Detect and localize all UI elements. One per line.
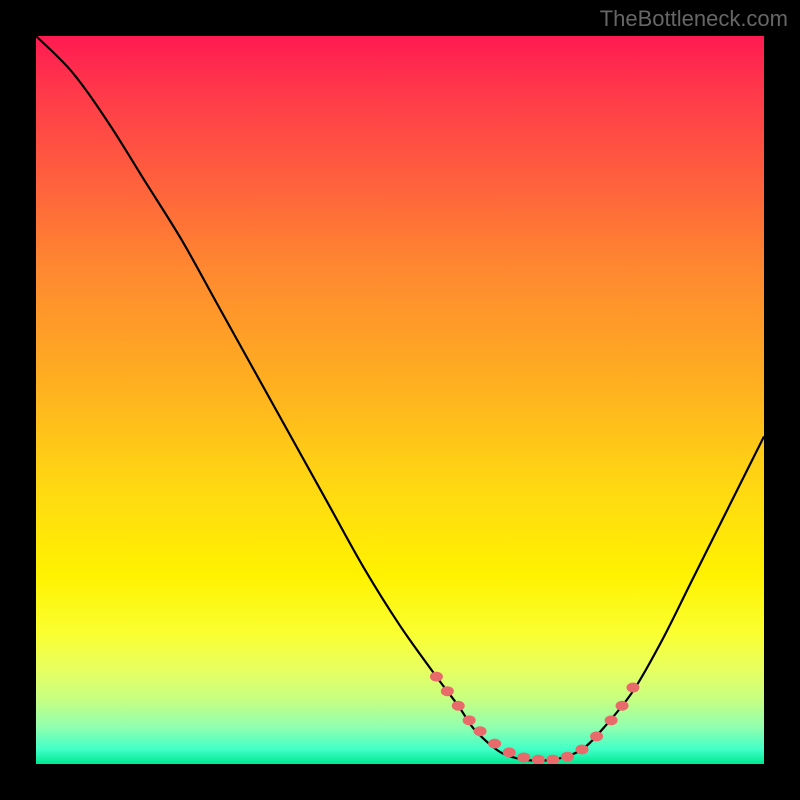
marker-dot	[605, 715, 618, 725]
marker-dot	[616, 701, 629, 711]
marker-dot	[503, 747, 516, 757]
marker-dot	[546, 755, 559, 764]
marker-dot	[561, 752, 574, 762]
highlight-markers	[430, 672, 640, 764]
plot-area	[36, 36, 764, 764]
marker-dot	[626, 683, 639, 693]
chart-container: TheBottleneck.com	[0, 0, 800, 800]
marker-dot	[488, 739, 501, 749]
curve-layer	[36, 36, 764, 764]
marker-dot	[430, 672, 443, 682]
marker-dot	[463, 715, 476, 725]
marker-dot	[532, 755, 545, 764]
marker-dot	[441, 686, 454, 696]
bottleneck-curve	[36, 36, 764, 761]
marker-dot	[517, 752, 530, 762]
marker-dot	[576, 744, 589, 754]
marker-dot	[474, 726, 487, 736]
marker-dot	[590, 731, 603, 741]
marker-dot	[452, 701, 465, 711]
watermark-text: TheBottleneck.com	[600, 6, 788, 32]
